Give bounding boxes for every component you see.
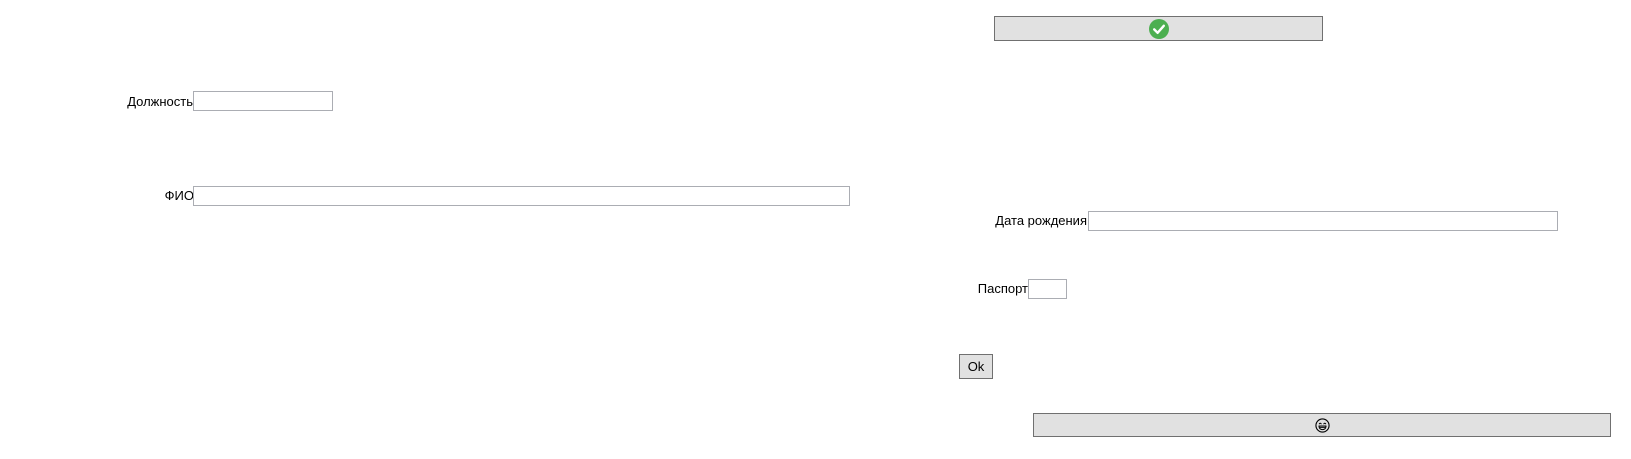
check-circle-icon	[1148, 18, 1169, 39]
birthdate-label: Дата рождения	[995, 213, 1087, 228]
passport-input[interactable]	[1028, 279, 1067, 299]
passport-label: Паспорт	[977, 281, 1028, 296]
confirm-button[interactable]	[994, 16, 1323, 41]
emoji-button[interactable]	[1033, 413, 1611, 437]
birthdate-input[interactable]	[1088, 211, 1558, 231]
ok-button[interactable]: Ok	[959, 354, 993, 379]
fio-label: ФИО	[164, 188, 194, 203]
laughing-face-icon	[1314, 417, 1330, 433]
position-label: Должность	[127, 94, 193, 109]
position-input[interactable]	[193, 91, 333, 111]
fio-input[interactable]	[193, 186, 850, 206]
